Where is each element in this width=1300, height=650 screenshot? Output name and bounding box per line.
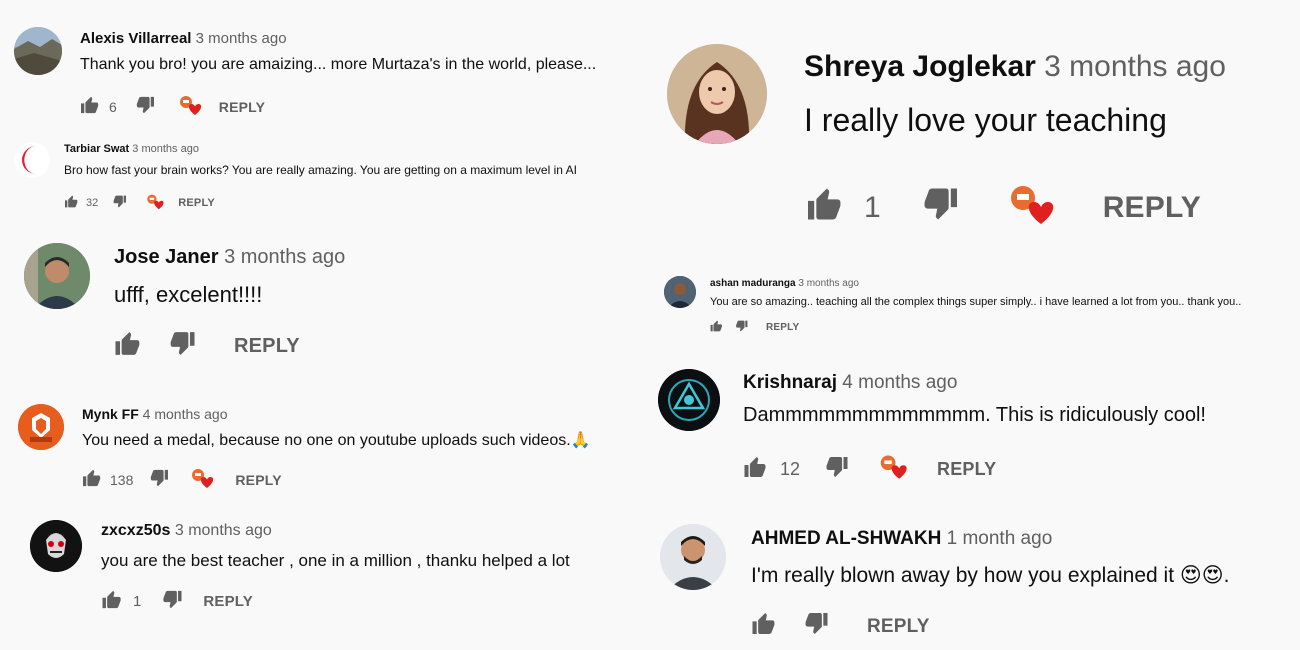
avatar[interactable]	[14, 27, 62, 75]
comment-text: I really love your teaching	[804, 102, 1167, 138]
like-icon[interactable]	[751, 612, 777, 641]
author-name[interactable]: AHMED AL-SHWAKH	[751, 528, 941, 549]
creator-heart-icon	[877, 453, 909, 485]
dislike-icon[interactable]	[161, 590, 183, 613]
reply-button[interactable]: REPLY	[234, 335, 300, 358]
reply-button[interactable]: REPLY	[1103, 191, 1201, 225]
like-icon[interactable]	[101, 590, 123, 613]
reply-button[interactable]: REPLY	[867, 616, 930, 638]
like-icon[interactable]	[82, 469, 102, 490]
author-name[interactable]: Alexis Villarreal	[80, 30, 191, 47]
dislike-icon[interactable]	[112, 195, 127, 211]
avatar[interactable]	[14, 142, 50, 178]
dislike-icon[interactable]	[149, 469, 169, 490]
like-icon[interactable]	[710, 320, 723, 335]
comment-text: You need a medal, because no one on yout…	[82, 432, 591, 449]
timestamp[interactable]: 3 months ago	[224, 246, 345, 268]
timestamp[interactable]: 4 months ago	[842, 372, 957, 393]
author-name[interactable]: Krishnaraj	[743, 372, 837, 393]
creator-heart-icon	[145, 193, 165, 213]
like-count: 6	[109, 98, 117, 115]
timestamp[interactable]: 3 months ago	[175, 522, 272, 539]
avatar[interactable]	[24, 243, 90, 309]
like-count: 32	[86, 197, 99, 209]
avatar[interactable]	[667, 44, 767, 144]
timestamp[interactable]: 3 months ago	[798, 278, 859, 289]
like-icon[interactable]	[80, 96, 100, 117]
comment-text: You are so amazing.. teaching all the co…	[710, 296, 1242, 308]
like-icon[interactable]	[806, 187, 844, 229]
like-icon[interactable]	[64, 195, 79, 211]
timestamp[interactable]: 3 months ago	[196, 30, 287, 47]
like-count: 1	[864, 191, 881, 224]
timestamp[interactable]: 3 months ago	[1044, 50, 1226, 83]
comment-text: I'm really blown away by how you explain…	[751, 564, 1230, 587]
reply-button[interactable]: REPLY	[178, 197, 215, 209]
timestamp[interactable]: 3 months ago	[132, 143, 199, 155]
reply-button[interactable]: REPLY	[766, 322, 799, 333]
creator-heart-icon	[189, 467, 215, 492]
dislike-icon[interactable]	[921, 187, 959, 229]
author-name[interactable]: Jose Janer	[114, 246, 219, 268]
like-count: 1	[133, 593, 142, 610]
reply-button[interactable]: REPLY	[937, 459, 996, 480]
timestamp[interactable]: 1 month ago	[947, 528, 1053, 549]
dislike-icon[interactable]	[168, 331, 196, 362]
comment-text: Bro how fast your brain works? You are r…	[64, 163, 577, 177]
avatar[interactable]	[664, 276, 696, 308]
creator-heart-icon	[177, 94, 203, 119]
dislike-icon[interactable]	[135, 96, 155, 117]
like-count: 12	[780, 458, 801, 479]
like-count: 138	[110, 471, 134, 488]
comment-text: ufff, excelent!!!!	[114, 282, 263, 307]
timestamp[interactable]: 4 months ago	[143, 406, 228, 422]
reply-button[interactable]: REPLY	[219, 99, 265, 115]
avatar[interactable]	[658, 369, 720, 431]
dislike-icon[interactable]	[824, 456, 849, 483]
author-name[interactable]: Shreya Joglekar	[804, 50, 1036, 83]
avatar[interactable]	[660, 524, 726, 590]
author-name[interactable]: Tarbiar Swat	[64, 143, 129, 155]
author-name[interactable]: zxcxz50s	[101, 522, 170, 539]
dislike-icon[interactable]	[803, 612, 829, 641]
avatar[interactable]	[30, 520, 82, 572]
like-icon[interactable]	[743, 456, 768, 483]
comment-text: Dammmmmmmmmmmmm. This is ridiculously co…	[743, 404, 1206, 426]
reply-button[interactable]: REPLY	[235, 472, 281, 488]
comment-text: Thank you bro! you are amaizing... more …	[80, 56, 597, 73]
avatar[interactable]	[18, 404, 64, 450]
comment-text: you are the best teacher , one in a mill…	[101, 551, 570, 570]
author-name[interactable]: Mynk FF	[82, 406, 139, 422]
dislike-icon[interactable]	[735, 320, 748, 335]
like-icon[interactable]	[114, 331, 142, 362]
reply-button[interactable]: REPLY	[203, 593, 253, 610]
author-name[interactable]: ashan maduranga	[710, 278, 796, 289]
creator-heart-icon	[1005, 182, 1057, 234]
